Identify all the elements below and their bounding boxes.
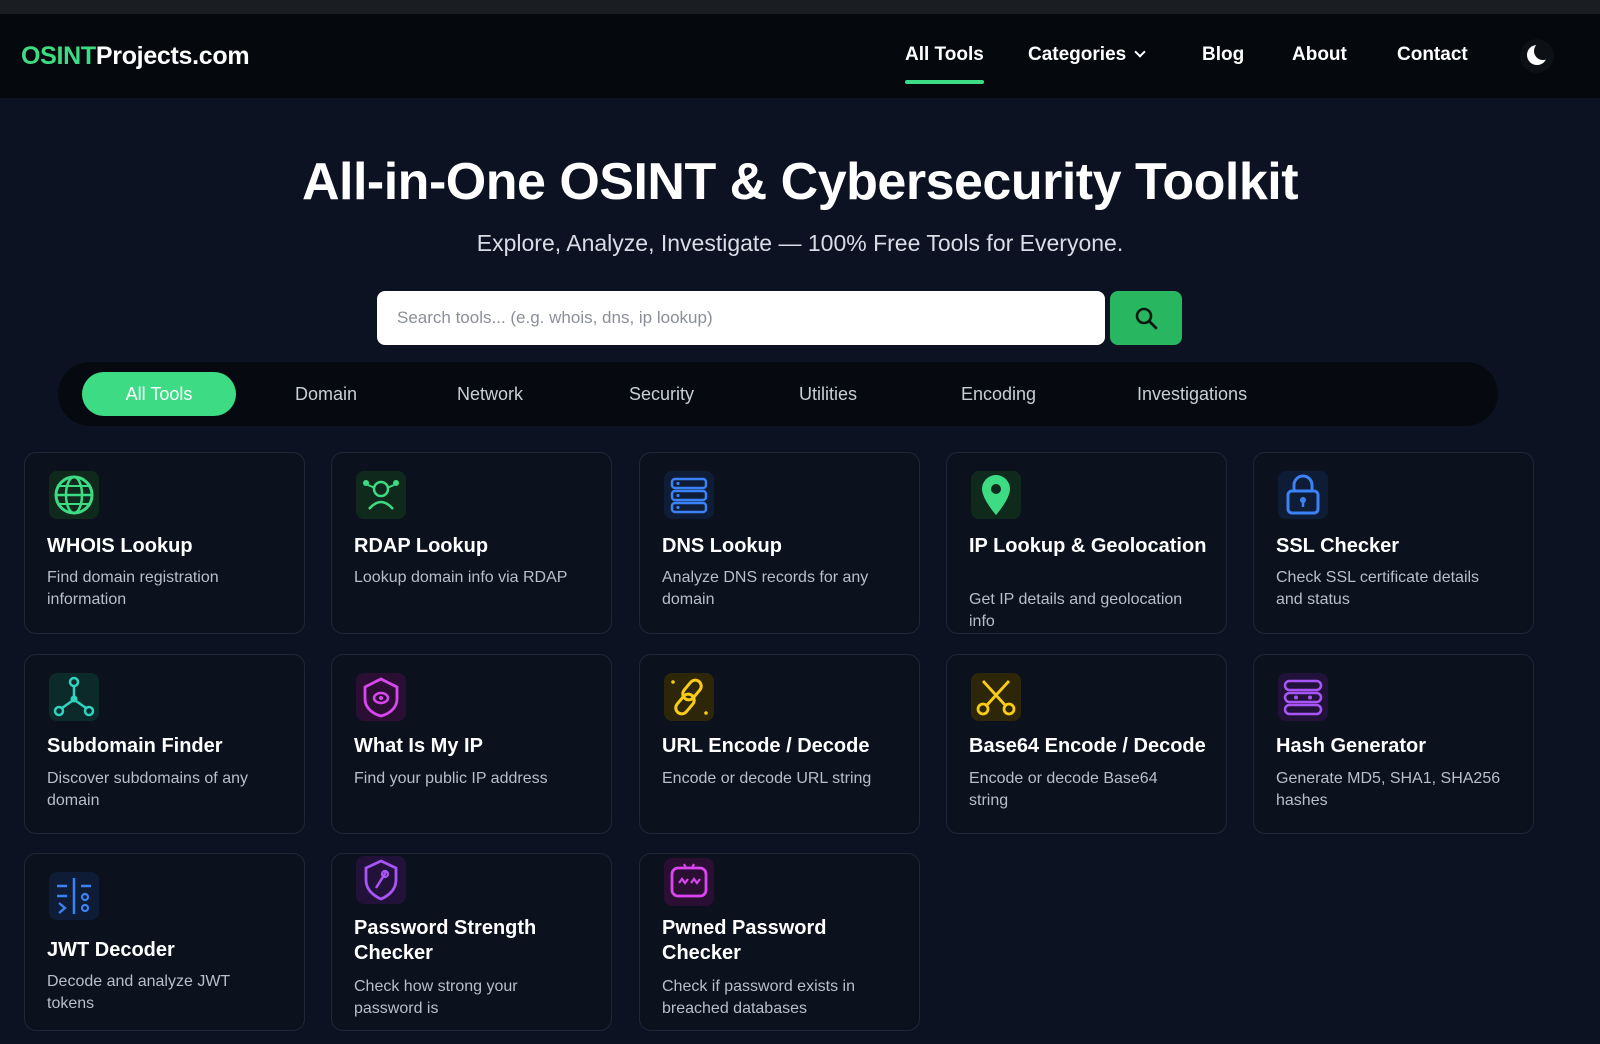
tool-title: Base64 Encode / Decode	[969, 735, 1206, 757]
tool-card-ssl[interactable]: SSL Checker Check SSL certificate detail…	[1253, 452, 1534, 634]
search-input[interactable]	[377, 291, 1105, 345]
nav-categories[interactable]: Categories	[1028, 44, 1146, 66]
tool-card-base64[interactable]: Base64 Encode / Decode Encode or decode …	[946, 654, 1227, 834]
filter-utilities[interactable]: Utilities	[799, 372, 857, 416]
scissors-icon	[969, 671, 1023, 723]
nav-blog[interactable]: Blog	[1202, 44, 1244, 66]
map-pin-icon	[969, 469, 1023, 521]
dns-server-icon	[662, 469, 716, 521]
nav-all-tools[interactable]: All Tools	[905, 44, 984, 84]
filter-domain[interactable]: Domain	[295, 372, 357, 416]
tool-description: Generate MD5, SHA1, SHA256 hashes	[1276, 770, 1501, 809]
tool-description: Encode or decode Base64 string	[969, 770, 1158, 809]
ip-shield-icon	[354, 671, 408, 723]
tool-card-password-strength[interactable]: Password Strength Checker Check how stro…	[331, 853, 612, 1031]
tool-description: Find your public IP address	[354, 770, 548, 787]
tool-title: What Is My IP	[354, 735, 483, 757]
tool-card-ip-lookup[interactable]: IP Lookup & Geolocation Get IP details a…	[946, 452, 1227, 634]
graph-nodes-icon	[47, 671, 101, 723]
moon-icon[interactable]	[1520, 39, 1554, 73]
tool-description: Get IP details and geolocation info	[969, 591, 1183, 630]
tool-card-hash[interactable]: Hash Generator Generate MD5, SHA1, SHA25…	[1253, 654, 1534, 834]
link-icon	[662, 671, 716, 723]
filter-investigations[interactable]: Investigations	[1137, 372, 1247, 416]
category-filter-bar: All Tools Domain Network Security Utilit…	[58, 362, 1498, 426]
filter-all-tools[interactable]: All Tools	[82, 372, 236, 416]
tool-card-rdap[interactable]: RDAP Lookup Lookup domain info via RDAP	[331, 452, 612, 634]
tool-title: Subdomain Finder	[47, 735, 223, 757]
tool-description: Find domain registration information	[47, 569, 219, 608]
tool-card-pwned-password[interactable]: Pwned Password Checker Check if password…	[639, 853, 920, 1031]
chevron-down-icon	[1134, 46, 1146, 58]
lock-icon	[1276, 469, 1330, 521]
search-button[interactable]	[1110, 291, 1182, 345]
hash-grid-icon	[1276, 671, 1330, 723]
breach-icon	[662, 856, 716, 908]
tool-title: SSL Checker	[1276, 535, 1400, 557]
tool-title: Pwned Password Checker	[662, 917, 827, 964]
hero-title: All-in-One OSINT & Cybersecurity Toolkit	[301, 153, 1299, 211]
tool-title: IP Lookup & Geolocation	[969, 535, 1207, 557]
nav-categories-label: Categories	[1028, 44, 1127, 65]
globe-icon	[47, 469, 101, 521]
tool-title: WHOIS Lookup	[47, 535, 193, 557]
search-icon	[1135, 307, 1158, 330]
navbar: OSINTProjects.com All Tools Categories B…	[0, 14, 1600, 98]
tool-description: Analyze DNS records for any domain	[662, 569, 869, 608]
token-icon	[47, 870, 101, 922]
tool-title: DNS Lookup	[662, 535, 782, 557]
tool-title: Password Strength Checker	[354, 917, 537, 964]
nav-contact[interactable]: Contact	[1397, 44, 1468, 66]
tool-card-what-is-my-ip[interactable]: What Is My IP Find your public IP addres…	[331, 654, 612, 834]
tool-description: Discover subdomains of any domain	[47, 770, 248, 809]
tool-title: RDAP Lookup	[354, 535, 489, 557]
nav-about[interactable]: About	[1292, 44, 1347, 66]
network-user-icon	[354, 469, 408, 521]
tool-description: Check how strong your password is	[354, 978, 518, 1017]
nav-links: All Tools Categories Blog About Contact	[0, 14, 1600, 98]
filter-security[interactable]: Security	[629, 372, 694, 416]
tool-card-jwt[interactable]: JWT Decoder Decode and analyze JWT token…	[24, 853, 305, 1031]
tool-title: JWT Decoder	[47, 939, 175, 961]
tool-description: Check SSL certificate details and status	[1276, 569, 1480, 608]
tool-title: Hash Generator	[1276, 735, 1427, 757]
tool-description: Decode and analyze JWT tokens	[47, 973, 230, 1012]
tool-description: Lookup domain info via RDAP	[354, 569, 568, 586]
tool-description: Encode or decode URL string	[662, 770, 872, 787]
hero-subtitle: Explore, Analyze, Investigate — 100% Fre…	[476, 230, 1124, 256]
filter-encoding[interactable]: Encoding	[961, 372, 1036, 416]
tool-card-dns[interactable]: DNS Lookup Analyze DNS records for any d…	[639, 452, 920, 634]
window-top-strip	[0, 0, 1600, 14]
tool-title: URL Encode / Decode	[662, 735, 870, 757]
tool-description: Check if password exists in breached dat…	[662, 978, 855, 1017]
filter-network[interactable]: Network	[457, 372, 523, 416]
key-shield-icon	[354, 854, 408, 906]
tool-card-subdomain[interactable]: Subdomain Finder Discover subdomains of …	[24, 654, 305, 834]
tool-card-url-encode[interactable]: URL Encode / Decode Encode or decode URL…	[639, 654, 920, 834]
tool-card-whois[interactable]: WHOIS Lookup Find domain registration in…	[24, 452, 305, 634]
